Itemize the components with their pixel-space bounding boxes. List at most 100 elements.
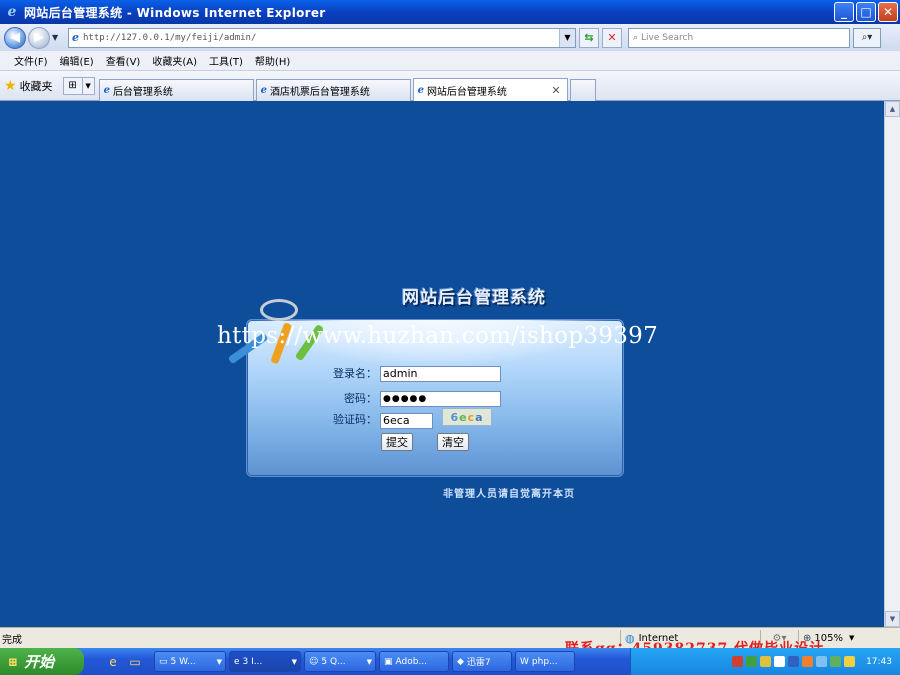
xunlei-icon: ◆ bbox=[457, 656, 464, 667]
taskbar-item-xunlei[interactable]: ◆ 迅雷7 bbox=[452, 651, 512, 672]
ie-page-icon: e bbox=[103, 84, 110, 96]
tray-icon[interactable] bbox=[802, 656, 814, 667]
scroll-up-icon[interactable]: ▲ bbox=[885, 101, 900, 117]
address-url[interactable]: http://127.0.0.1/my/feiji/admin/ bbox=[83, 33, 256, 43]
tray-icon[interactable] bbox=[830, 656, 842, 667]
star-icon: ★ bbox=[4, 77, 17, 94]
system-tray: 17:43 bbox=[630, 648, 900, 675]
back-button[interactable]: ◀ bbox=[4, 26, 26, 49]
page-icon: e bbox=[72, 31, 79, 44]
vertical-scrollbar[interactable]: ▲ ▼ bbox=[884, 101, 900, 627]
maximize-button[interactable]: □ bbox=[856, 2, 876, 22]
folder-icon: ▭ bbox=[159, 656, 168, 667]
dreamweaver-icon: ▣ bbox=[384, 656, 393, 667]
favorites-label: 收藏夹 bbox=[19, 79, 53, 93]
tray-icon[interactable] bbox=[732, 656, 744, 667]
tab-label: 网站后台管理系统 bbox=[426, 86, 507, 98]
watermark-url: https://www.huzhan.com/ishop39397 bbox=[217, 323, 659, 349]
address-input[interactable]: e http://127.0.0.1/my/feiji/admin/ ▼ bbox=[68, 27, 576, 48]
new-tab-button[interactable] bbox=[569, 78, 596, 101]
menu-help[interactable]: 帮助(H) bbox=[255, 53, 290, 68]
menu-bar: 文件(F) 编辑(E) 查看(V) 收藏夹(A) 工具(T) 帮助(H) bbox=[0, 51, 900, 71]
tab-site-admin[interactable]: e 网站后台管理系统 ✕ bbox=[412, 77, 568, 102]
start-button[interactable]: ⊞ 开始 bbox=[0, 648, 84, 675]
tray-icon[interactable] bbox=[774, 656, 786, 667]
ie-quicklaunch-icon[interactable]: e bbox=[104, 653, 122, 671]
taskbar-item-explorer[interactable]: ▭ 5 W... ▼ bbox=[154, 651, 226, 672]
search-icon: ⌕ bbox=[633, 32, 639, 43]
username-input[interactable]: admin bbox=[380, 366, 501, 382]
stop-button[interactable]: ✕ bbox=[602, 27, 622, 48]
captcha-input[interactable]: 6eca bbox=[380, 413, 433, 429]
menu-tools[interactable]: 工具(T) bbox=[209, 53, 243, 68]
quick-tabs-button[interactable]: ⊞ bbox=[62, 76, 83, 95]
tray-icon[interactable] bbox=[760, 656, 772, 667]
clock[interactable]: 17:43 bbox=[866, 657, 892, 667]
access-notice: 非管理人员请自觉离开本页 bbox=[443, 489, 575, 500]
captcha-image[interactable]: 6 e c a bbox=[442, 408, 492, 426]
taskbar-item-label: php... bbox=[531, 656, 558, 667]
captcha-label: 验证码： bbox=[333, 413, 377, 426]
clear-button[interactable]: 清空 bbox=[437, 433, 469, 451]
taskbar-items: ▭ 5 W... ▼ e 3 I... ▼ ☺ 5 Q... ▼ ▣ Adob.… bbox=[154, 651, 575, 672]
favorites-button[interactable]: ★ 收藏夹 bbox=[4, 78, 53, 94]
window-controls: _ □ ✕ bbox=[834, 2, 898, 22]
captcha-char: e bbox=[459, 410, 468, 424]
window-title: 网站后台管理系统 - Windows Internet Explorer bbox=[24, 5, 326, 20]
tray-icon[interactable] bbox=[816, 656, 828, 667]
taskbar-item-dreamweaver[interactable]: ▣ Adob... bbox=[379, 651, 449, 672]
taskbar-item-word[interactable]: W php... bbox=[515, 651, 575, 672]
search-go-button[interactable]: ⌕▾ bbox=[853, 27, 881, 48]
address-toolbar: ◀ ▶ ▼ e http://127.0.0.1/my/feiji/admin/… bbox=[0, 24, 900, 51]
captcha-char: 6 bbox=[450, 410, 460, 424]
submit-button[interactable]: 提交 bbox=[381, 433, 413, 451]
password-input[interactable]: ●●●●● bbox=[380, 391, 501, 407]
tab-close-icon[interactable]: ✕ bbox=[551, 84, 560, 97]
tab-hotel-flight[interactable]: e 酒店机票后台管理系统 bbox=[255, 78, 411, 101]
forward-button[interactable]: ▶ bbox=[28, 26, 50, 49]
zoom-dropdown-icon[interactable]: ▼ bbox=[849, 634, 854, 642]
refresh-button[interactable]: ⇆ bbox=[579, 27, 599, 48]
tray-icon[interactable] bbox=[746, 656, 758, 667]
close-button[interactable]: ✕ bbox=[878, 2, 898, 22]
folder-quicklaunch-icon[interactable]: ▭ bbox=[126, 653, 144, 671]
search-input[interactable]: ⌕ Live Search bbox=[628, 27, 850, 48]
minimize-button[interactable]: _ bbox=[834, 2, 854, 22]
group-arrow-icon: ▼ bbox=[291, 657, 297, 666]
window-titlebar[interactable]: e 网站后台管理系统 - Windows Internet Explorer _… bbox=[0, 0, 900, 24]
taskbar-item-ie[interactable]: e 3 I... ▼ bbox=[229, 651, 301, 672]
taskbar-item-label: Adob... bbox=[395, 656, 428, 667]
tray-icon[interactable] bbox=[788, 656, 800, 667]
scroll-down-icon[interactable]: ▼ bbox=[885, 611, 900, 627]
taskbar-item-label: 5 Q... bbox=[321, 656, 346, 667]
password-label: 密码： bbox=[344, 392, 377, 405]
captcha-char: c bbox=[467, 410, 476, 424]
captcha-char: a bbox=[475, 410, 484, 424]
tab-label: 后台管理系统 bbox=[112, 86, 173, 98]
ie-icon: e bbox=[234, 656, 240, 667]
shield-icon[interactable] bbox=[844, 656, 856, 667]
tab-list-dropdown-icon[interactable]: ▼ bbox=[82, 76, 95, 95]
ie-logo-icon: e bbox=[7, 4, 17, 20]
tab-label: 酒店机票后台管理系统 bbox=[269, 86, 370, 98]
status-text: 完成 bbox=[2, 634, 22, 646]
page-content: 网站后台管理系统 https://www.huzhan.com/ishop393… bbox=[0, 101, 884, 627]
menu-favorites[interactable]: 收藏夹(A) bbox=[152, 53, 197, 68]
taskbar-item-qq[interactable]: ☺ 5 Q... ▼ bbox=[304, 651, 376, 672]
login-heading: 网站后台管理系统 bbox=[402, 288, 546, 308]
taskbar-item-label: 3 I... bbox=[242, 656, 263, 667]
menu-edit[interactable]: 编辑(E) bbox=[60, 53, 94, 68]
ie-page-icon: e bbox=[260, 84, 267, 96]
taskbar: ⊞ 开始 e ▭ ▭ 5 W... ▼ e 3 I... ▼ ☺ 5 Q... … bbox=[0, 648, 900, 675]
username-label: 登录名： bbox=[333, 367, 377, 380]
tab-backend[interactable]: e 后台管理系统 bbox=[98, 78, 254, 101]
menu-view[interactable]: 查看(V) bbox=[106, 53, 141, 68]
keyring-icon bbox=[260, 299, 298, 321]
search-placeholder: Live Search bbox=[641, 32, 694, 43]
start-label: 开始 bbox=[24, 653, 55, 671]
windows-flag-icon: ⊞ bbox=[8, 654, 19, 669]
word-icon: W bbox=[520, 656, 529, 667]
address-dropdown-icon[interactable]: ▼ bbox=[559, 28, 575, 47]
menu-file[interactable]: 文件(F) bbox=[14, 53, 48, 68]
history-dropdown-icon[interactable]: ▼ bbox=[52, 33, 62, 42]
